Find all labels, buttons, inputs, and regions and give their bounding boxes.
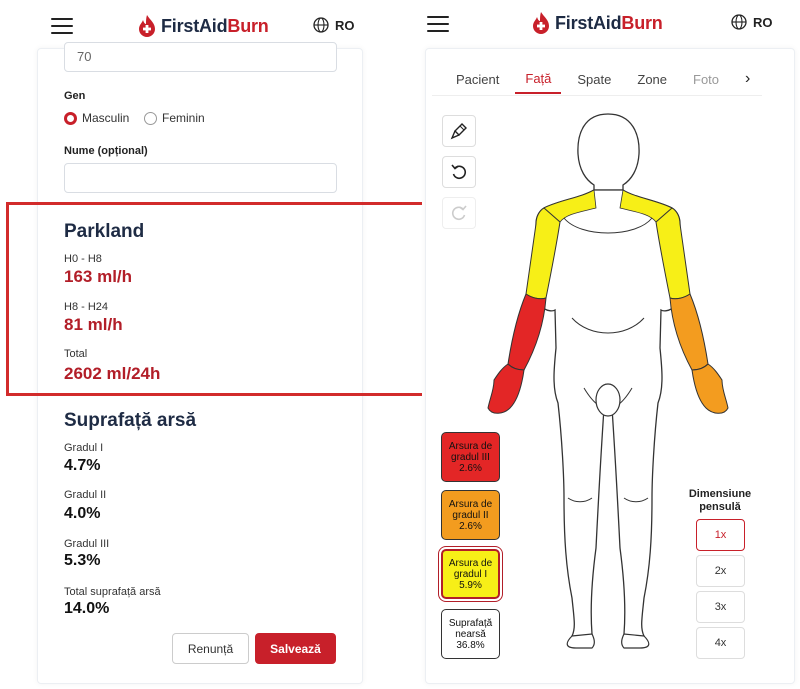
app-header: FirstAidBurn RO: [422, 0, 800, 48]
head: [577, 113, 640, 191]
legend-unburned[interactable]: Suprafață nearsă 36.8%: [441, 609, 500, 659]
gender-label: Gen: [64, 90, 86, 102]
globe-icon: [731, 14, 747, 30]
burn-hand-right: [691, 363, 729, 414]
brush-size-3x[interactable]: 3x: [696, 591, 745, 623]
grade-3-value: 5.3%: [64, 552, 101, 569]
legend-grade-1-label: Arsura de gradul I: [448, 557, 493, 580]
undo-icon: [451, 164, 467, 180]
brush-size-4x[interactable]: 4x: [696, 627, 745, 659]
foot-left: [566, 633, 595, 649]
name-label: Nume (opțional): [64, 145, 148, 157]
brush-size-2x[interactable]: 2x: [696, 555, 745, 587]
total-burned-value: 14.0%: [64, 600, 110, 617]
logo-burn-text: Burn: [621, 12, 663, 33]
redo-icon: [451, 205, 467, 221]
tab-foto[interactable]: Foto: [693, 66, 719, 93]
age-input[interactable]: 70: [64, 42, 337, 72]
grade-1-label: Gradul I: [64, 442, 104, 454]
tab-spate[interactable]: Spate: [577, 66, 611, 93]
flame-logo-icon: [139, 15, 155, 37]
language-selector[interactable]: RO: [731, 14, 773, 30]
app-logo: FirstAidBurn: [531, 11, 663, 35]
left-screen: FirstAidBurn RO 70 Gen Masculin Feminin …: [0, 0, 426, 689]
brush-size-title: Dimensiune pensulă: [688, 488, 752, 513]
tab-zone[interactable]: Zone: [637, 66, 667, 93]
groin: [595, 383, 621, 417]
foot-right: [621, 633, 650, 649]
radio-unchecked-icon: [144, 111, 157, 125]
gender-option-label: Feminin: [162, 111, 205, 125]
language-code: RO: [335, 17, 355, 33]
logo-first-text: FirstAid: [555, 12, 622, 33]
tab-pacient[interactable]: Pacient: [456, 66, 499, 93]
tab-fata[interactable]: Față: [515, 65, 562, 94]
grade-2-value: 4.0%: [64, 505, 101, 522]
chevron-right-icon[interactable]: ›: [745, 70, 750, 88]
brush-tool-button[interactable]: [442, 115, 476, 147]
brush-icon: [450, 123, 467, 140]
language-selector[interactable]: RO: [313, 17, 355, 33]
language-code: RO: [753, 14, 773, 30]
grade-2-label: Gradul II: [64, 489, 107, 501]
legend-grade-3-value: 2.6%: [459, 462, 482, 474]
legend-grade-1[interactable]: Arsura de gradul I 5.9%: [441, 549, 500, 599]
app-header: FirstAidBurn RO: [0, 0, 400, 48]
globe-icon: [313, 17, 329, 33]
brush-size-1x[interactable]: 1x: [696, 519, 745, 551]
burn-forearm-right: [669, 293, 709, 371]
menu-icon[interactable]: [427, 16, 449, 32]
burn-hand-left: [487, 363, 525, 414]
radio-checked-icon: [64, 111, 77, 125]
legend-unburned-label: Suprafață nearsă: [448, 617, 493, 640]
logo-first-text: FirstAid: [161, 15, 228, 36]
app-logo: FirstAidBurn: [137, 14, 269, 38]
save-button[interactable]: Salvează: [255, 633, 336, 664]
gender-option-label: Masculin: [82, 111, 130, 125]
logo-burn-text: Burn: [227, 15, 269, 36]
legend-grade-3[interactable]: Arsura de gradul III 2.6%: [441, 432, 500, 482]
flame-logo-icon: [533, 12, 549, 34]
cancel-button[interactable]: Renunță: [172, 633, 249, 664]
total-burned-label: Total suprafață arsă: [64, 586, 161, 598]
menu-icon[interactable]: [51, 18, 73, 34]
gender-radio-masculin[interactable]: Masculin: [64, 111, 129, 125]
highlight-frame: [6, 202, 426, 396]
legend-grade-1-value: 5.9%: [459, 579, 482, 591]
burn-forearm-left: [507, 293, 547, 371]
grade-3-label: Gradul III: [64, 538, 110, 550]
legend-grade-2-label: Arsura de gradul II: [448, 498, 493, 521]
legend-grade-2-value: 2.6%: [459, 520, 482, 532]
name-input[interactable]: [64, 163, 337, 193]
legend-unburned-value: 36.8%: [456, 639, 485, 651]
legend-grade-2[interactable]: Arsura de gradul II 2.6%: [441, 490, 500, 540]
burned-surface-title: Suprafață arsă: [64, 410, 197, 431]
legend-grade-3-label: Arsura de gradul III: [448, 440, 493, 463]
undo-button[interactable]: [442, 156, 476, 188]
redo-button[interactable]: [442, 197, 476, 229]
grade-1-value: 4.7%: [64, 457, 101, 474]
tab-bar: Pacient Față Spate Zone Foto: [432, 64, 762, 96]
gender-radio-feminin[interactable]: Feminin: [144, 111, 205, 125]
